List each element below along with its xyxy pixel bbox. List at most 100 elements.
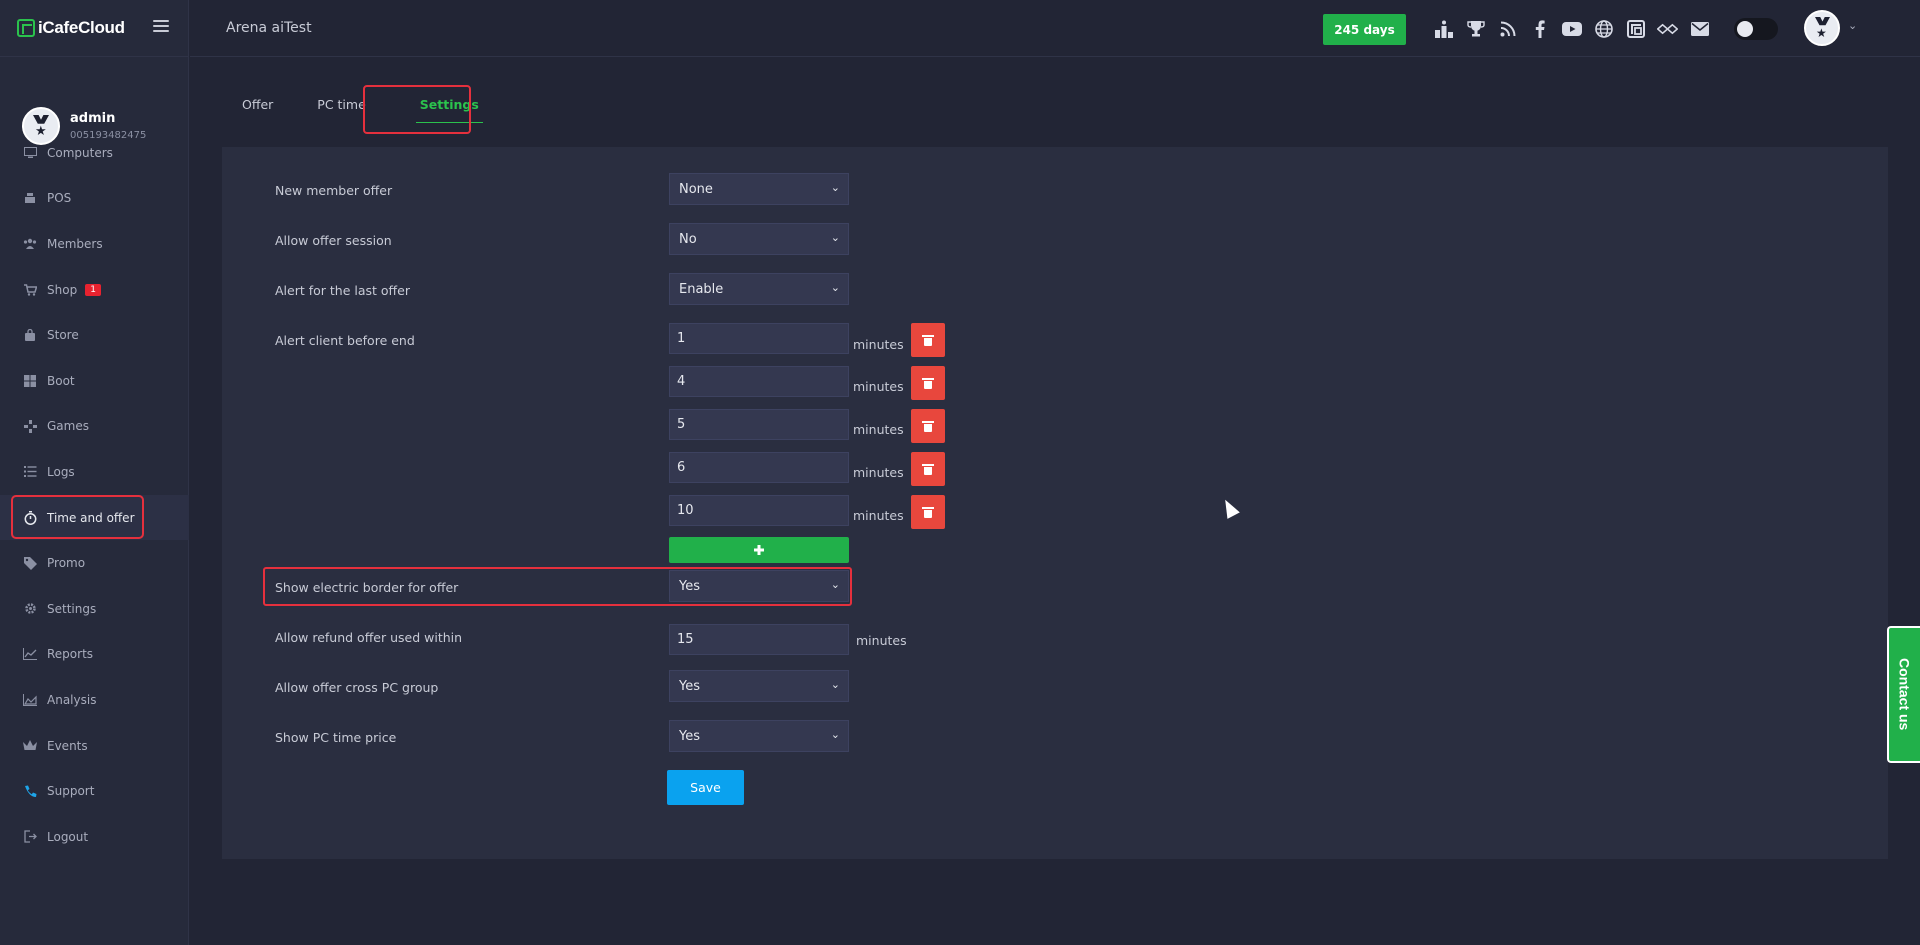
- show-pc-time-price-select[interactable]: Yes ⌄: [669, 720, 849, 752]
- users-icon: [23, 237, 37, 251]
- sidebar-item-games[interactable]: Games: [0, 404, 189, 450]
- allow-cross-pc-group-select[interactable]: Yes ⌄: [669, 670, 849, 702]
- alert-minutes-input[interactable]: 10: [669, 495, 849, 526]
- sidebar-item-members[interactable]: Members: [0, 221, 189, 267]
- phone-icon: [23, 784, 37, 798]
- chevron-down-icon[interactable]: ⌄: [1848, 19, 1857, 32]
- trophy-icon[interactable]: [1465, 18, 1486, 39]
- sidebar-item-label: Logout: [47, 829, 89, 844]
- user-name: admin: [70, 111, 116, 126]
- sidebar-item-label: Members: [47, 236, 103, 251]
- windows-icon: [23, 374, 37, 388]
- minutes-unit: minutes: [853, 422, 904, 437]
- allow-offer-session-label: Allow offer session: [275, 233, 392, 248]
- tab-settings[interactable]: Settings: [407, 86, 492, 126]
- delete-alert-button[interactable]: [911, 323, 945, 357]
- alert-last-offer-select[interactable]: Enable ⌄: [669, 273, 849, 305]
- alert-last-offer-label: Alert for the last offer: [275, 283, 410, 298]
- delete-alert-button[interactable]: [911, 495, 945, 529]
- minutes-unit: minutes: [853, 465, 904, 480]
- sidebar-item-computers[interactable]: Computers: [0, 130, 189, 176]
- delete-alert-button[interactable]: [911, 366, 945, 400]
- sidebar-item-settings[interactable]: Settings: [0, 586, 189, 632]
- sidebar-item-reports[interactable]: Reports: [0, 632, 189, 678]
- alert-client-before-end-label: Alert client before end: [275, 333, 415, 348]
- show-electric-border-label: Show electric border for offer: [275, 580, 459, 595]
- sidebar-item-time-and-offer[interactable]: Time and offer: [0, 494, 189, 541]
- chevron-down-icon: ⌄: [830, 678, 840, 691]
- alert-minutes-input[interactable]: 4: [669, 366, 849, 397]
- sidebar-item-events[interactable]: Events: [0, 723, 189, 769]
- select-value: Enable: [679, 281, 724, 297]
- tab-offer[interactable]: Offer: [229, 86, 286, 126]
- youtube-icon[interactable]: [1561, 18, 1582, 39]
- sidebar-item-analysis[interactable]: Analysis: [0, 677, 189, 723]
- sidebar-item-support[interactable]: Support: [0, 768, 189, 814]
- new-member-offer-label: New member offer: [275, 183, 393, 198]
- tab-pc-time[interactable]: PC time: [304, 86, 378, 126]
- sidebar-item-label: POS: [47, 191, 72, 206]
- sidebar-item-label: Support: [47, 784, 95, 799]
- logout-icon: [23, 830, 37, 844]
- mail-icon[interactable]: [1689, 18, 1710, 39]
- sidebar-item-label: Boot: [47, 373, 75, 388]
- cash-register-icon: [23, 191, 37, 205]
- sidebar-item-promo[interactable]: Promo: [0, 540, 189, 586]
- save-button[interactable]: Save: [667, 770, 744, 805]
- sidebar-item-label: Events: [47, 738, 88, 753]
- minutes-unit: minutes: [853, 337, 904, 352]
- sidebar-item-label: Computers: [47, 145, 113, 160]
- sidebar-item-logs[interactable]: Logs: [0, 449, 189, 495]
- globe-icon[interactable]: [1593, 18, 1614, 39]
- monitor-icon: [23, 146, 37, 160]
- sidebar-item-store[interactable]: Store: [0, 312, 189, 358]
- new-member-offer-select[interactable]: None ⌄: [669, 173, 849, 205]
- refund-minutes-input[interactable]: 15: [669, 624, 849, 655]
- cart-icon: [23, 283, 37, 297]
- header-avatar[interactable]: [1804, 10, 1840, 46]
- delete-alert-button[interactable]: [911, 409, 945, 443]
- license-days-button[interactable]: 245 days: [1323, 14, 1406, 45]
- sidebar-item-label: Games: [47, 419, 89, 434]
- icafe-icon[interactable]: [1625, 18, 1646, 39]
- sidebar-item-pos[interactable]: POS: [0, 176, 189, 222]
- menu-toggle-icon[interactable]: [153, 20, 169, 33]
- minutes-unit: minutes: [853, 508, 904, 523]
- rss-icon[interactable]: [1497, 18, 1518, 39]
- allow-offer-session-select[interactable]: No ⌄: [669, 223, 849, 255]
- stopwatch-icon: [23, 510, 37, 525]
- settings-panel: [222, 147, 1888, 859]
- chevron-down-icon: ⌄: [830, 281, 840, 294]
- trash-icon: [922, 506, 934, 518]
- sidebar-item-shop[interactable]: Shop 1: [0, 267, 189, 313]
- sidebar-item-label: Store: [47, 328, 79, 343]
- sidebar-nav: Computers POS Members Shop 1 Store Boot …: [0, 130, 189, 860]
- page-title: Arena aiTest: [226, 20, 312, 36]
- alert-minutes-input[interactable]: 5: [669, 409, 849, 440]
- sidebar-item-label: Time and offer: [47, 510, 135, 525]
- alert-minutes-input[interactable]: 6: [669, 452, 849, 483]
- sidebar: iCafeCloud admin 005193482475 Computers …: [0, 0, 189, 945]
- trash-icon: [922, 377, 934, 389]
- handshake-icon[interactable]: [1657, 18, 1678, 39]
- sidebar-item-label: Logs: [47, 464, 75, 479]
- icafecloud-logo-icon: [17, 19, 35, 37]
- sidebar-item-boot[interactable]: Boot: [0, 358, 189, 404]
- alert-minutes-input[interactable]: 1: [669, 323, 849, 354]
- select-value: None: [679, 181, 713, 197]
- crown-icon: [23, 739, 37, 753]
- list-icon: [23, 465, 37, 479]
- bag-icon: [23, 328, 37, 342]
- facebook-icon[interactable]: [1529, 18, 1550, 39]
- add-alert-button[interactable]: [669, 537, 849, 563]
- sidebar-item-logout[interactable]: Logout: [0, 814, 189, 860]
- chevron-down-icon: ⌄: [830, 578, 840, 591]
- offer-tabs: Offer PC time Settings: [229, 86, 492, 126]
- logo-row: iCafeCloud: [0, 0, 188, 57]
- show-electric-border-select[interactable]: Yes ⌄: [669, 570, 849, 602]
- contact-us-tab[interactable]: Contact us: [1887, 626, 1920, 763]
- theme-toggle-switch[interactable]: [1734, 18, 1778, 40]
- ranking-icon[interactable]: [1433, 18, 1454, 39]
- delete-alert-button[interactable]: [911, 452, 945, 486]
- chevron-down-icon: ⌄: [830, 728, 840, 741]
